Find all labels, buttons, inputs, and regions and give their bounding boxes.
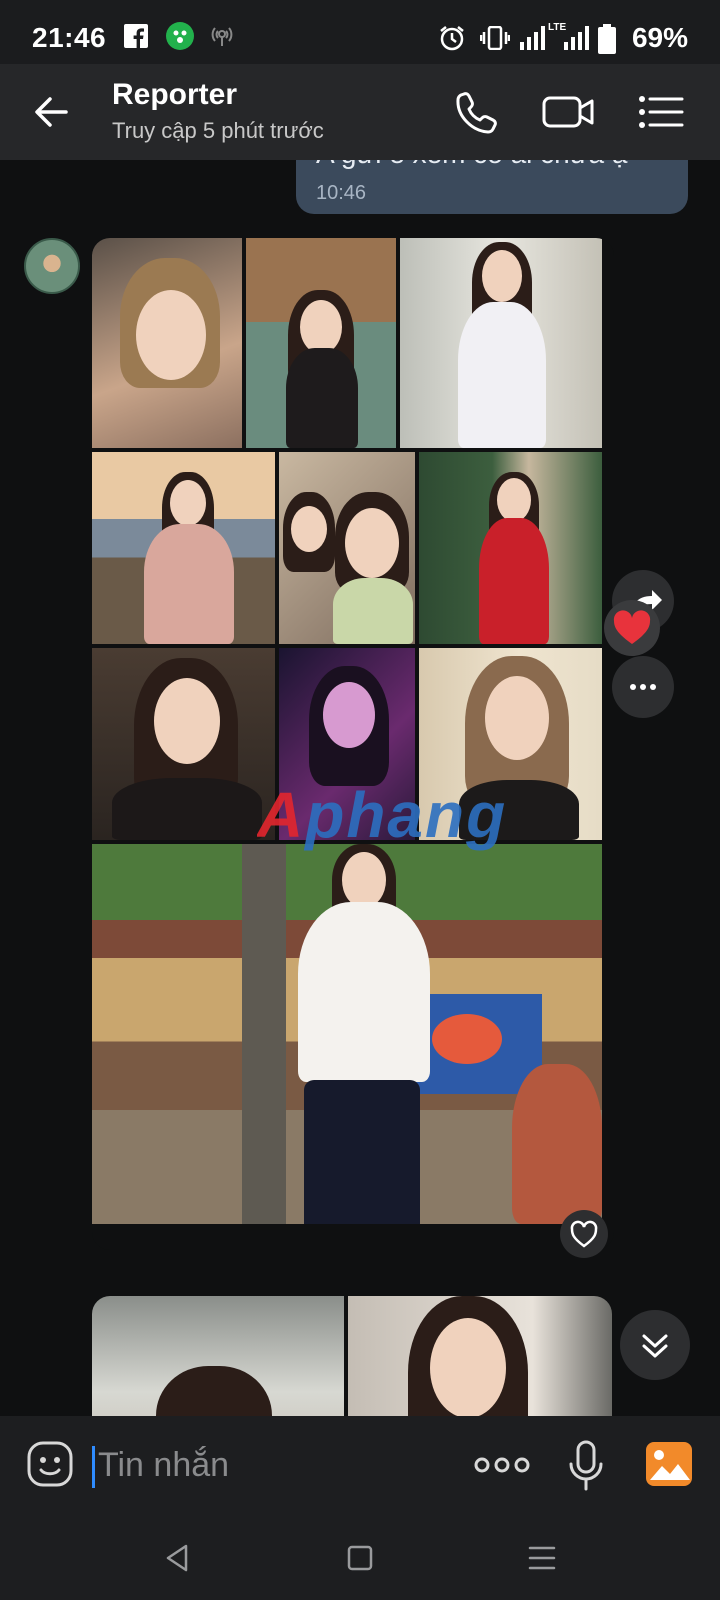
battery-level: 69%	[631, 22, 688, 53]
nav-recents-button[interactable]	[522, 1538, 562, 1578]
back-button[interactable]	[30, 90, 74, 134]
more-actions-button[interactable]	[474, 1450, 530, 1485]
message-input[interactable]: Tin nhắn	[92, 1442, 452, 1490]
alarm-icon	[438, 24, 466, 57]
photo-album-2[interactable]	[92, 1296, 612, 1416]
sent-message-text: A gửi e xem có ai chưa ạ	[316, 160, 627, 170]
battery-icon	[598, 24, 616, 59]
chat-messages[interactable]: A gửi e xem có ai chưa ạ 10:46	[0, 160, 720, 1416]
vibrate-icon	[479, 25, 511, 55]
square-home-icon	[347, 1545, 373, 1571]
heart-outline-icon	[570, 1220, 598, 1248]
hotspot-icon	[208, 24, 236, 53]
lte-signal-icon: LTE	[548, 20, 590, 55]
signal-icon	[520, 26, 546, 55]
system-nav-bar	[0, 1516, 720, 1600]
voice-call-button[interactable]	[450, 86, 502, 138]
svg-text:LTE: LTE	[548, 22, 566, 33]
more-dots-icon	[630, 684, 656, 690]
phone-icon	[456, 92, 497, 134]
photo-7[interactable]	[92, 648, 275, 840]
list-menu-icon	[639, 96, 684, 128]
facebook-icon	[124, 24, 148, 53]
image-gallery-icon	[646, 1442, 692, 1486]
menu-button[interactable]	[636, 86, 684, 138]
photo-11[interactable]	[92, 1296, 344, 1416]
lines-recents-icon	[528, 1546, 556, 1570]
like-message-button[interactable]	[560, 1210, 608, 1258]
message-composer: Tin nhắn	[0, 1416, 720, 1516]
contact-name[interactable]: Reporter	[112, 78, 237, 112]
status-time: 21:46	[32, 22, 107, 53]
photo-5[interactable]	[279, 452, 415, 644]
photo-10[interactable]	[92, 844, 602, 1224]
photo-4[interactable]	[92, 452, 275, 644]
photo-12[interactable]	[348, 1296, 612, 1416]
video-camera-icon	[542, 96, 594, 128]
watermark-text: Aphang	[257, 779, 508, 851]
photo-6[interactable]	[419, 452, 602, 644]
gallery-button[interactable]	[644, 1440, 694, 1493]
message-input-placeholder: Tin nhắn	[98, 1446, 230, 1484]
photo-1[interactable]	[92, 238, 242, 448]
sticker-face-icon	[27, 1441, 73, 1487]
scroll-to-bottom-button[interactable]	[620, 1310, 690, 1380]
nav-home-button[interactable]	[340, 1538, 380, 1578]
app-notification-icon	[166, 22, 194, 55]
more-options-button[interactable]	[612, 656, 674, 718]
chat-header: Reporter Truy cập 5 phút trước	[0, 64, 720, 160]
text-cursor	[92, 1446, 95, 1488]
heart-reaction-button[interactable]	[604, 600, 660, 656]
double-chevron-down-icon	[642, 1334, 668, 1358]
voice-message-button[interactable]	[568, 1440, 604, 1497]
sent-message-bubble[interactable]: A gửi e xem có ai chưa ạ 10:46	[296, 160, 688, 214]
triangle-back-icon	[166, 1544, 188, 1572]
emoji-button[interactable]	[26, 1440, 74, 1493]
microphone-icon	[569, 1440, 603, 1491]
status-bar: 21:46 LTE 69%	[0, 0, 720, 64]
sent-message-time: 10:46	[316, 182, 367, 204]
nav-back-button[interactable]	[158, 1538, 198, 1578]
arrow-left-icon	[35, 97, 68, 127]
heart-icon	[613, 610, 651, 644]
last-seen-status: Truy cập 5 phút trước	[112, 118, 324, 143]
video-call-button[interactable]	[540, 86, 596, 138]
photo-3[interactable]	[400, 238, 602, 448]
sender-avatar[interactable]	[24, 238, 80, 294]
three-dots-icon	[474, 1457, 530, 1473]
photo-album[interactable]: Aphang	[92, 238, 614, 1250]
photo-2[interactable]	[246, 238, 396, 448]
